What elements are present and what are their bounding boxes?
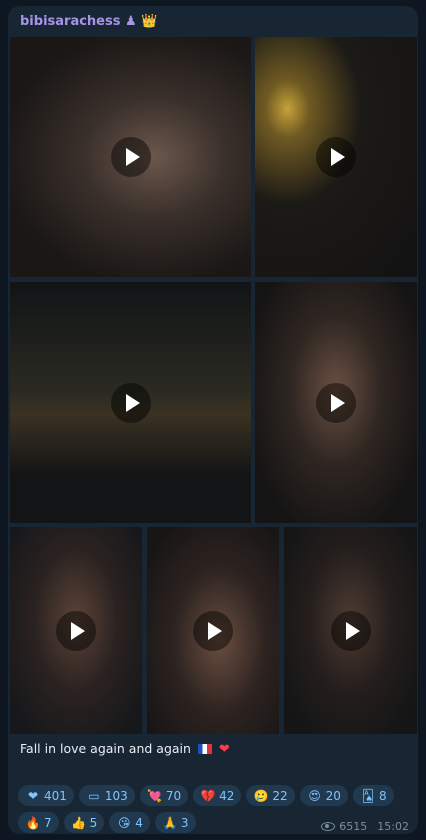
video-night-selfie[interactable]: [284, 527, 417, 734]
video-couple-selfie[interactable]: [10, 37, 251, 277]
reaction-smile-tear[interactable]: 🥲 22: [246, 785, 295, 806]
video-bridge-selfie[interactable]: [10, 527, 142, 734]
reaction-heart-eyes[interactable]: 😍 20: [299, 785, 348, 806]
play-icon[interactable]: [110, 382, 151, 423]
bar-emoji-icon: ▭: [88, 788, 100, 803]
red-heart-icon: ❤: [27, 788, 39, 803]
reaction-broken-heart[interactable]: 💔 42: [193, 785, 242, 806]
message-bubble: bibisarachess ♟ 👑 Fall in love again and…: [8, 6, 418, 834]
reaction-count: 3: [180, 815, 189, 830]
reaction-count: 401: [44, 788, 67, 803]
kiss-icon: 😘: [118, 815, 131, 830]
heart-eyes-icon: 😍: [308, 788, 321, 803]
reaction-praying-hands[interactable]: 🙏 3: [154, 812, 196, 833]
caption-text: Fall in love again and again: [20, 741, 191, 756]
reaction-thumbs-up[interactable]: 👍 5: [63, 812, 105, 833]
author-label: bibisarachess: [20, 14, 121, 29]
reaction-count: 7: [44, 815, 52, 830]
video-eiffel-selfie[interactable]: [255, 37, 417, 277]
video-upside-down[interactable]: [147, 527, 279, 734]
video-street-selfie[interactable]: [255, 282, 417, 523]
author-name[interactable]: bibisarachess ♟ 👑: [20, 14, 157, 29]
cards-icon: 🂡: [361, 788, 375, 803]
message-meta: 6515 15:02: [321, 820, 409, 833]
reaction-count: 4: [135, 815, 143, 830]
fire-icon: 🔥: [25, 815, 41, 830]
red-heart-icon: ❤: [218, 742, 230, 757]
reaction-count: 103: [104, 788, 128, 803]
reaction-count: 22: [272, 788, 288, 803]
views-eye-icon: [321, 822, 336, 831]
reaction-count: 20: [325, 788, 341, 803]
reaction-cards[interactable]: 🂡 8: [352, 785, 394, 806]
play-icon[interactable]: [193, 610, 233, 651]
play-icon[interactable]: [56, 610, 96, 651]
media-album: [8, 6, 418, 734]
play-icon[interactable]: [330, 610, 371, 651]
thumbs-up-icon: 👍: [71, 815, 87, 830]
smile-tear-icon: 🥲: [253, 788, 269, 803]
reaction-kiss[interactable]: 😘 4: [109, 812, 150, 833]
post-time: 15:02: [377, 820, 409, 833]
play-icon[interactable]: [316, 137, 356, 177]
play-icon[interactable]: [316, 382, 356, 423]
reaction-count: 5: [89, 815, 98, 830]
broken-heart-icon: 💔: [200, 788, 216, 803]
views-count: 6515: [339, 820, 368, 833]
praying-hands-icon: 🙏: [162, 815, 178, 830]
play-icon[interactable]: [110, 137, 151, 177]
reaction-count: 42: [219, 788, 235, 803]
author-badges: ♟ 👑: [125, 14, 158, 29]
caption: Fall in love again and again ❤: [20, 741, 230, 757]
flag-france-icon: [197, 744, 212, 754]
reaction-heart-arrow[interactable]: 💘 70: [139, 785, 189, 806]
heart-arrow-icon: 💘: [147, 788, 163, 803]
reaction-red-heart[interactable]: ❤ 401: [18, 785, 74, 806]
reaction-count: 70: [165, 788, 182, 803]
video-eiffel-river[interactable]: [10, 282, 251, 523]
reaction-count: 8: [378, 788, 387, 803]
reaction-fire[interactable]: 🔥 7: [18, 812, 59, 833]
reactions-row: ❤ 401 ▭ 103 💘 70 💔 42 🥲 22 😍 20 🂡 8: [18, 785, 414, 806]
reaction-bar-emoji[interactable]: ▭ 103: [78, 785, 135, 806]
